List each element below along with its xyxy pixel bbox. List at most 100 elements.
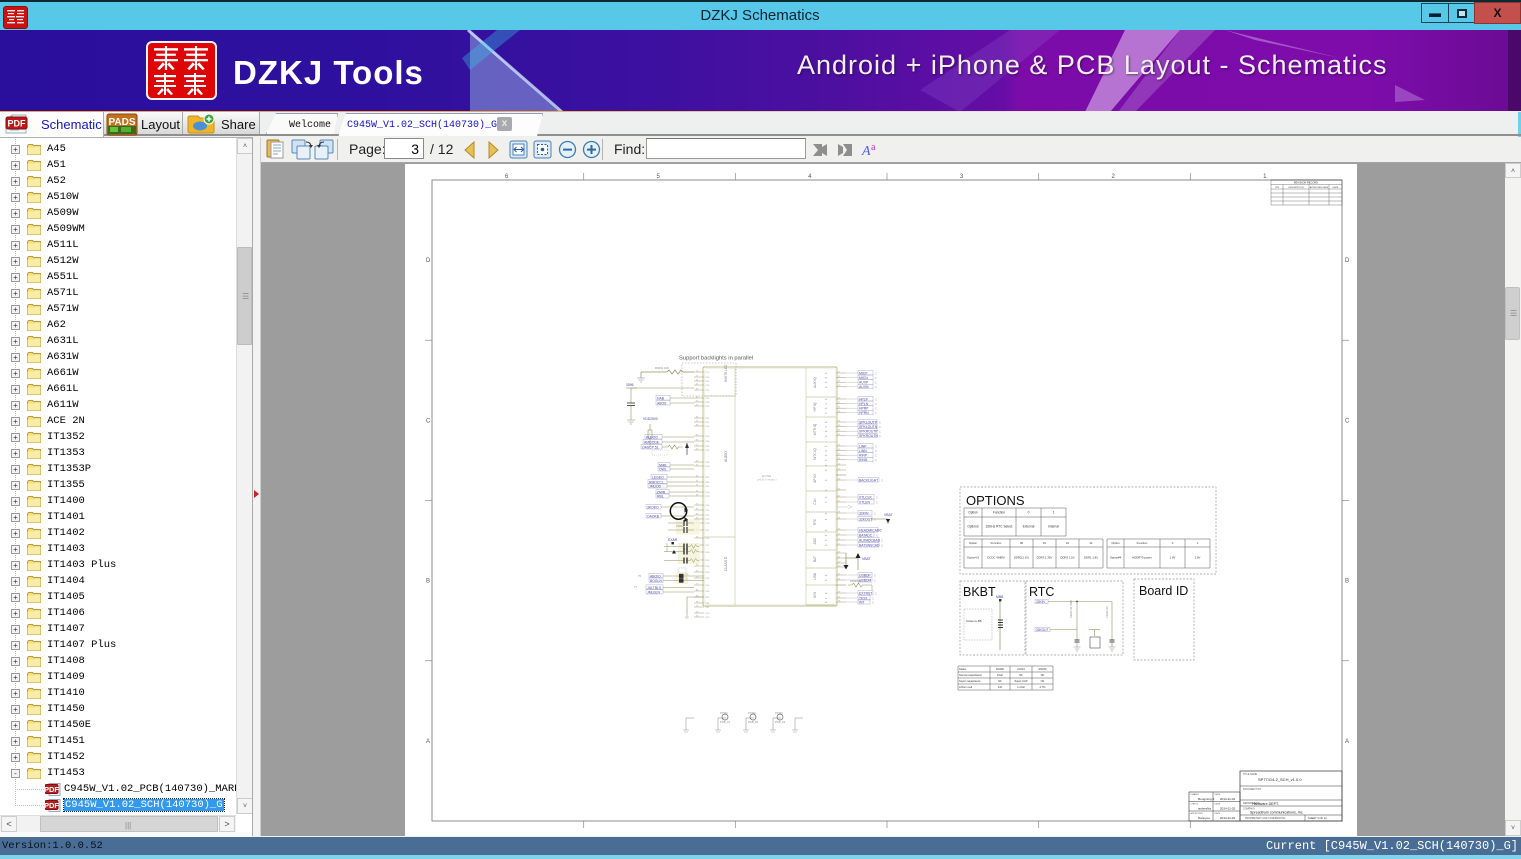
svg-text:Li-Cell: Li-Cell [1017,685,1025,689]
svg-text:3096: 3096 [626,383,634,387]
svg-text:HAB: HAB [657,396,665,400]
svg-text:PDF: PDF [45,785,59,794]
svg-text:Super CAP: Super CAP [1015,679,1028,683]
svg-text:C: C [876,500,878,504]
svg-text:C: C [875,449,877,453]
svg-text:OASCP 51: OASCP 51 [642,445,659,449]
svg-text:C: C [1345,418,1350,424]
svg-text:C: C [872,600,874,604]
svg-text:OWL: OWL [659,467,667,471]
svg-text:WTC IQ: WTC IQ [813,448,817,460]
svg-text:C: C [881,543,883,547]
svg-text:AUXN: AUXN [859,385,869,389]
svg-text:4.7%: 4.7% [1040,685,1047,689]
svg-text:andersNa: andersNa [1198,807,1211,811]
svg-text:HDDR?0 power: HDDR?0 power [1132,555,1152,559]
svg-text:U3201: U3201 [1017,667,1025,671]
svg-text:32KIN: 32KIN [859,511,869,515]
svg-text:USBDP: USBDP [859,573,871,577]
svg-text:BKBT: BKBT [963,585,996,599]
svg-text:DDR1 1.8V: DDR1 1.8V [1084,555,1098,559]
svg-text:LTR: LTR [1275,187,1279,189]
svg-text:X3200 32.768K: X3200 32.768K [1069,600,1073,618]
svg-text:HP IQ: HP IQ [813,402,817,411]
svg-text:C: C [875,591,877,595]
svg-text:D3200: D3200 [996,667,1004,671]
svg-text:DATE: DATE [1333,186,1339,189]
svg-text:EXAR: EXAR [668,538,678,542]
svg-text:C: C [875,376,877,380]
svg-text:2014-11-02: 2014-11-02 [1220,816,1235,820]
svg-text:OPTIONS: OPTIONS [966,493,1025,508]
svg-text:D: D [1345,258,1350,264]
svg-text:Internal: Internal [1048,525,1059,529]
svg-text:1: 1 [1053,511,1055,515]
svg-text:HPRN: HPRN [859,411,869,415]
svg-text:C: C [874,573,876,577]
svg-text:Option#4: Option#4 [1110,555,1122,559]
svg-text:D: D [426,258,431,264]
svg-text:C: C [875,371,877,375]
svg-text:C: C [875,385,877,389]
svg-text:Option: Option [1111,541,1120,545]
svg-text:a: a [871,142,876,153]
svg-text:DRAWN: DRAWN [1191,793,1200,796]
svg-text:VBAT: VBAT [884,513,893,517]
svg-text:SHEET 3 OF 12: SHEET 3 OF 12 [1308,816,1327,820]
svg-text:A: A [861,144,871,159]
svg-text:AUDIO: AUDIO [724,451,728,462]
svg-text:DOCUMENT NO.: DOCUMENT NO. [1243,788,1262,791]
svg-text:32KHz RTC Select: 32KHz RTC Select [986,525,1013,529]
svg-text:C: C [875,402,877,406]
svg-text:C: C [879,430,881,434]
svg-text:C: C [875,444,877,448]
svg-text:TITLE NAME: TITLE NAME [1243,773,1257,776]
svg-text:R3090 0R: R3090 0R [850,579,862,583]
svg-text:Option4,5: Option4,5 [967,555,980,559]
svg-text:External: External [1023,525,1035,529]
svg-text:OK: OK [1041,679,1045,683]
svg-text:DCDC VMEM: DCDC VMEM [987,555,1005,559]
svg-text:RINN: RINN [859,458,868,462]
svg-text:C: C [875,411,877,415]
svg-text:Support backlights in parallel: Support backlights in parallel [679,356,753,362]
svg-text:DDR3 1.35V: DDR3 1.35V [1037,555,1053,559]
svg-text:XTLEN: XTLEN [859,500,870,504]
svg-text:DannyLu: DannyLu [1198,816,1210,820]
svg-text:PADS: PADS [108,117,135,128]
svg-text:DATE: DATE [1215,812,1221,815]
svg-text:HEADMICADC: HEADMICADC [859,528,882,532]
svg-text:Super capacitance: Super capacitance [959,679,981,683]
svg-text:B: B [426,579,430,585]
svg-text:R3001 10K: R3001 10K [655,366,669,370]
svg-text:DESCRIPTION: DESCRIPTION [1289,187,1304,189]
svg-text:2.8V: 2.8V [1195,555,1201,559]
svg-text:C3021: C3021 [676,524,684,528]
svg-text:1uF: 1uF [998,685,1003,689]
svg-text:C: C [879,420,881,424]
svg-text:SC772G: SC772G [762,475,771,478]
svg-text:A: A [426,739,430,745]
svg-text:Lithium cell: Lithium cell [959,685,972,689]
svg-text:Hardware DEPT.: Hardware DEPT. [1252,802,1279,806]
svg-text:NF: NF [1041,673,1045,677]
svg-text:C: C [875,458,877,462]
svg-text:AMOODE: AMOODE [644,440,660,444]
svg-text:RTC: RTC [1029,585,1054,599]
svg-text:2014-11-02: 2014-11-02 [1220,807,1235,811]
svg-text:RTC: RTC [813,518,817,525]
svg-text:C: C [875,397,877,401]
svg-text:C: C [426,418,431,424]
svg-text:Function: Function [993,511,1005,515]
svg-text:PGB_A1: PGB_A1 [720,720,731,724]
svg-text:2014-11-02: 2014-11-02 [1220,797,1235,801]
svg-text:APPROVED DATE: APPROVED DATE [1310,186,1329,189]
svg-text:TP302: TP302 [748,711,756,715]
svg-text:C: C [876,533,878,537]
svg-text:3KOKO: 3KOKO [647,505,659,509]
svg-text:Board ID: Board ID [1139,584,1188,598]
svg-text:BATADC: BATADC [859,533,873,537]
svg-text:C: C [879,434,881,438]
svg-text:32KOUT: 32KOUT [1036,628,1048,632]
svg-text:Status: Status [959,667,967,671]
